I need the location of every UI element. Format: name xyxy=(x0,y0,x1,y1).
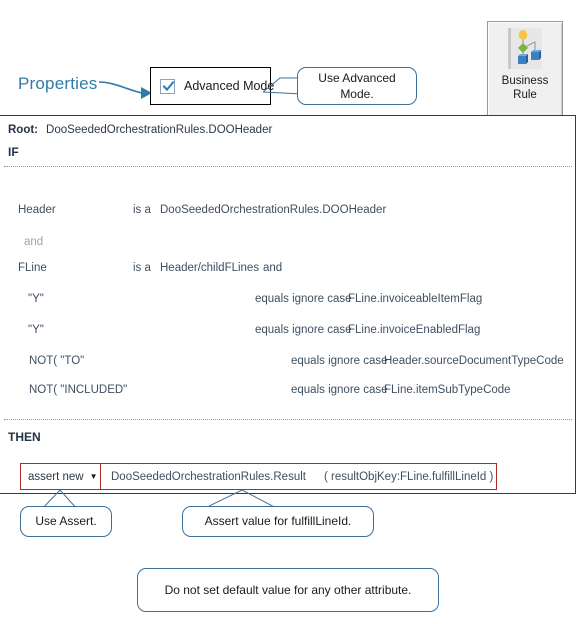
condition-operator[interactable]: equals ignore case xyxy=(255,293,352,305)
action-body[interactable]: DooSeededOrchestrationRules.Result ( res… xyxy=(101,464,493,489)
business-rule-label-line1: Business xyxy=(501,75,549,87)
condition-operator[interactable]: is a xyxy=(133,262,151,274)
rule-root-line: Root: DooSeededOrchestrationRules.DOOHead… xyxy=(8,124,272,136)
rule-root-label: Root: xyxy=(8,124,39,136)
business-rule-tile[interactable]: Business Rule xyxy=(487,21,563,117)
condition-left[interactable]: Header xyxy=(18,204,56,216)
condition-left[interactable]: NOT( "INCLUDED" xyxy=(29,384,127,396)
action-target[interactable]: DooSeededOrchestrationRules.Result xyxy=(111,471,306,483)
rule-root-value[interactable]: DooSeededOrchestrationRules.DOOHeader xyxy=(46,124,272,136)
condition-operator[interactable]: is a xyxy=(133,204,151,216)
action-argument[interactable]: ( resultObjKey:FLine.fulfillLineId ) xyxy=(324,471,493,483)
callout-use-assert: Use Assert. xyxy=(20,506,112,537)
then-label: THEN xyxy=(8,430,41,444)
condition-right[interactable]: FLine.invoiceEnabledFlag xyxy=(348,324,480,336)
chevron-down-icon: ▼ xyxy=(89,471,98,481)
checkmark-icon xyxy=(162,80,174,92)
condition-operator[interactable]: equals ignore case xyxy=(291,384,388,396)
action-row[interactable]: assert new ▼ DooSeededOrchestrationRules… xyxy=(20,463,497,490)
condition-left[interactable]: NOT( "TO" xyxy=(29,355,84,367)
condition-operator[interactable]: equals ignore case xyxy=(255,324,352,336)
condition-right[interactable]: FLine.itemSubTypeCode xyxy=(384,384,511,396)
condition-right[interactable]: Header/childFLines xyxy=(160,262,259,274)
action-verb-dropdown[interactable]: assert new ▼ xyxy=(21,464,101,489)
callout-use-advanced-mode: Use Advanced Mode. xyxy=(297,67,417,105)
condition-operator[interactable]: equals ignore case xyxy=(291,355,388,367)
advanced-mode-field[interactable]: Advanced Mode xyxy=(150,67,275,105)
business-rule-label: Business Rule xyxy=(502,74,549,103)
properties-label: Properties xyxy=(18,74,98,93)
condition-trailing[interactable]: and xyxy=(263,262,282,274)
callout-no-default-value: Do not set default value for any other a… xyxy=(137,568,439,612)
condition-right[interactable]: FLine.invoiceableItemFlag xyxy=(348,293,482,305)
business-rule-label-line2: Rule xyxy=(513,89,537,102)
action-verb-label: assert new xyxy=(28,470,84,483)
condition-right[interactable]: DooSeededOrchestrationRules.DOOHeader xyxy=(160,204,386,216)
advanced-mode-checkbox[interactable] xyxy=(160,78,175,94)
condition-left[interactable]: "Y" xyxy=(28,293,44,305)
if-label: IF xyxy=(8,145,19,159)
advanced-mode-label: Advanced Mode xyxy=(184,79,275,93)
if-separator xyxy=(4,166,572,168)
callout-assert-value: Assert value for fulfillLineId. xyxy=(182,506,374,537)
condition-right[interactable]: Header.sourceDocumentTypeCode xyxy=(384,355,564,367)
rule-editor-panel: Root: DooSeededOrchestrationRules.DOOHead… xyxy=(0,115,576,494)
properties-arrow-icon xyxy=(98,81,152,99)
business-rule-icon xyxy=(508,28,542,69)
condition-left[interactable]: FLine xyxy=(18,262,47,274)
condition-connector[interactable]: and xyxy=(24,236,43,248)
condition-left[interactable]: "Y" xyxy=(28,324,44,336)
then-separator xyxy=(4,419,572,421)
